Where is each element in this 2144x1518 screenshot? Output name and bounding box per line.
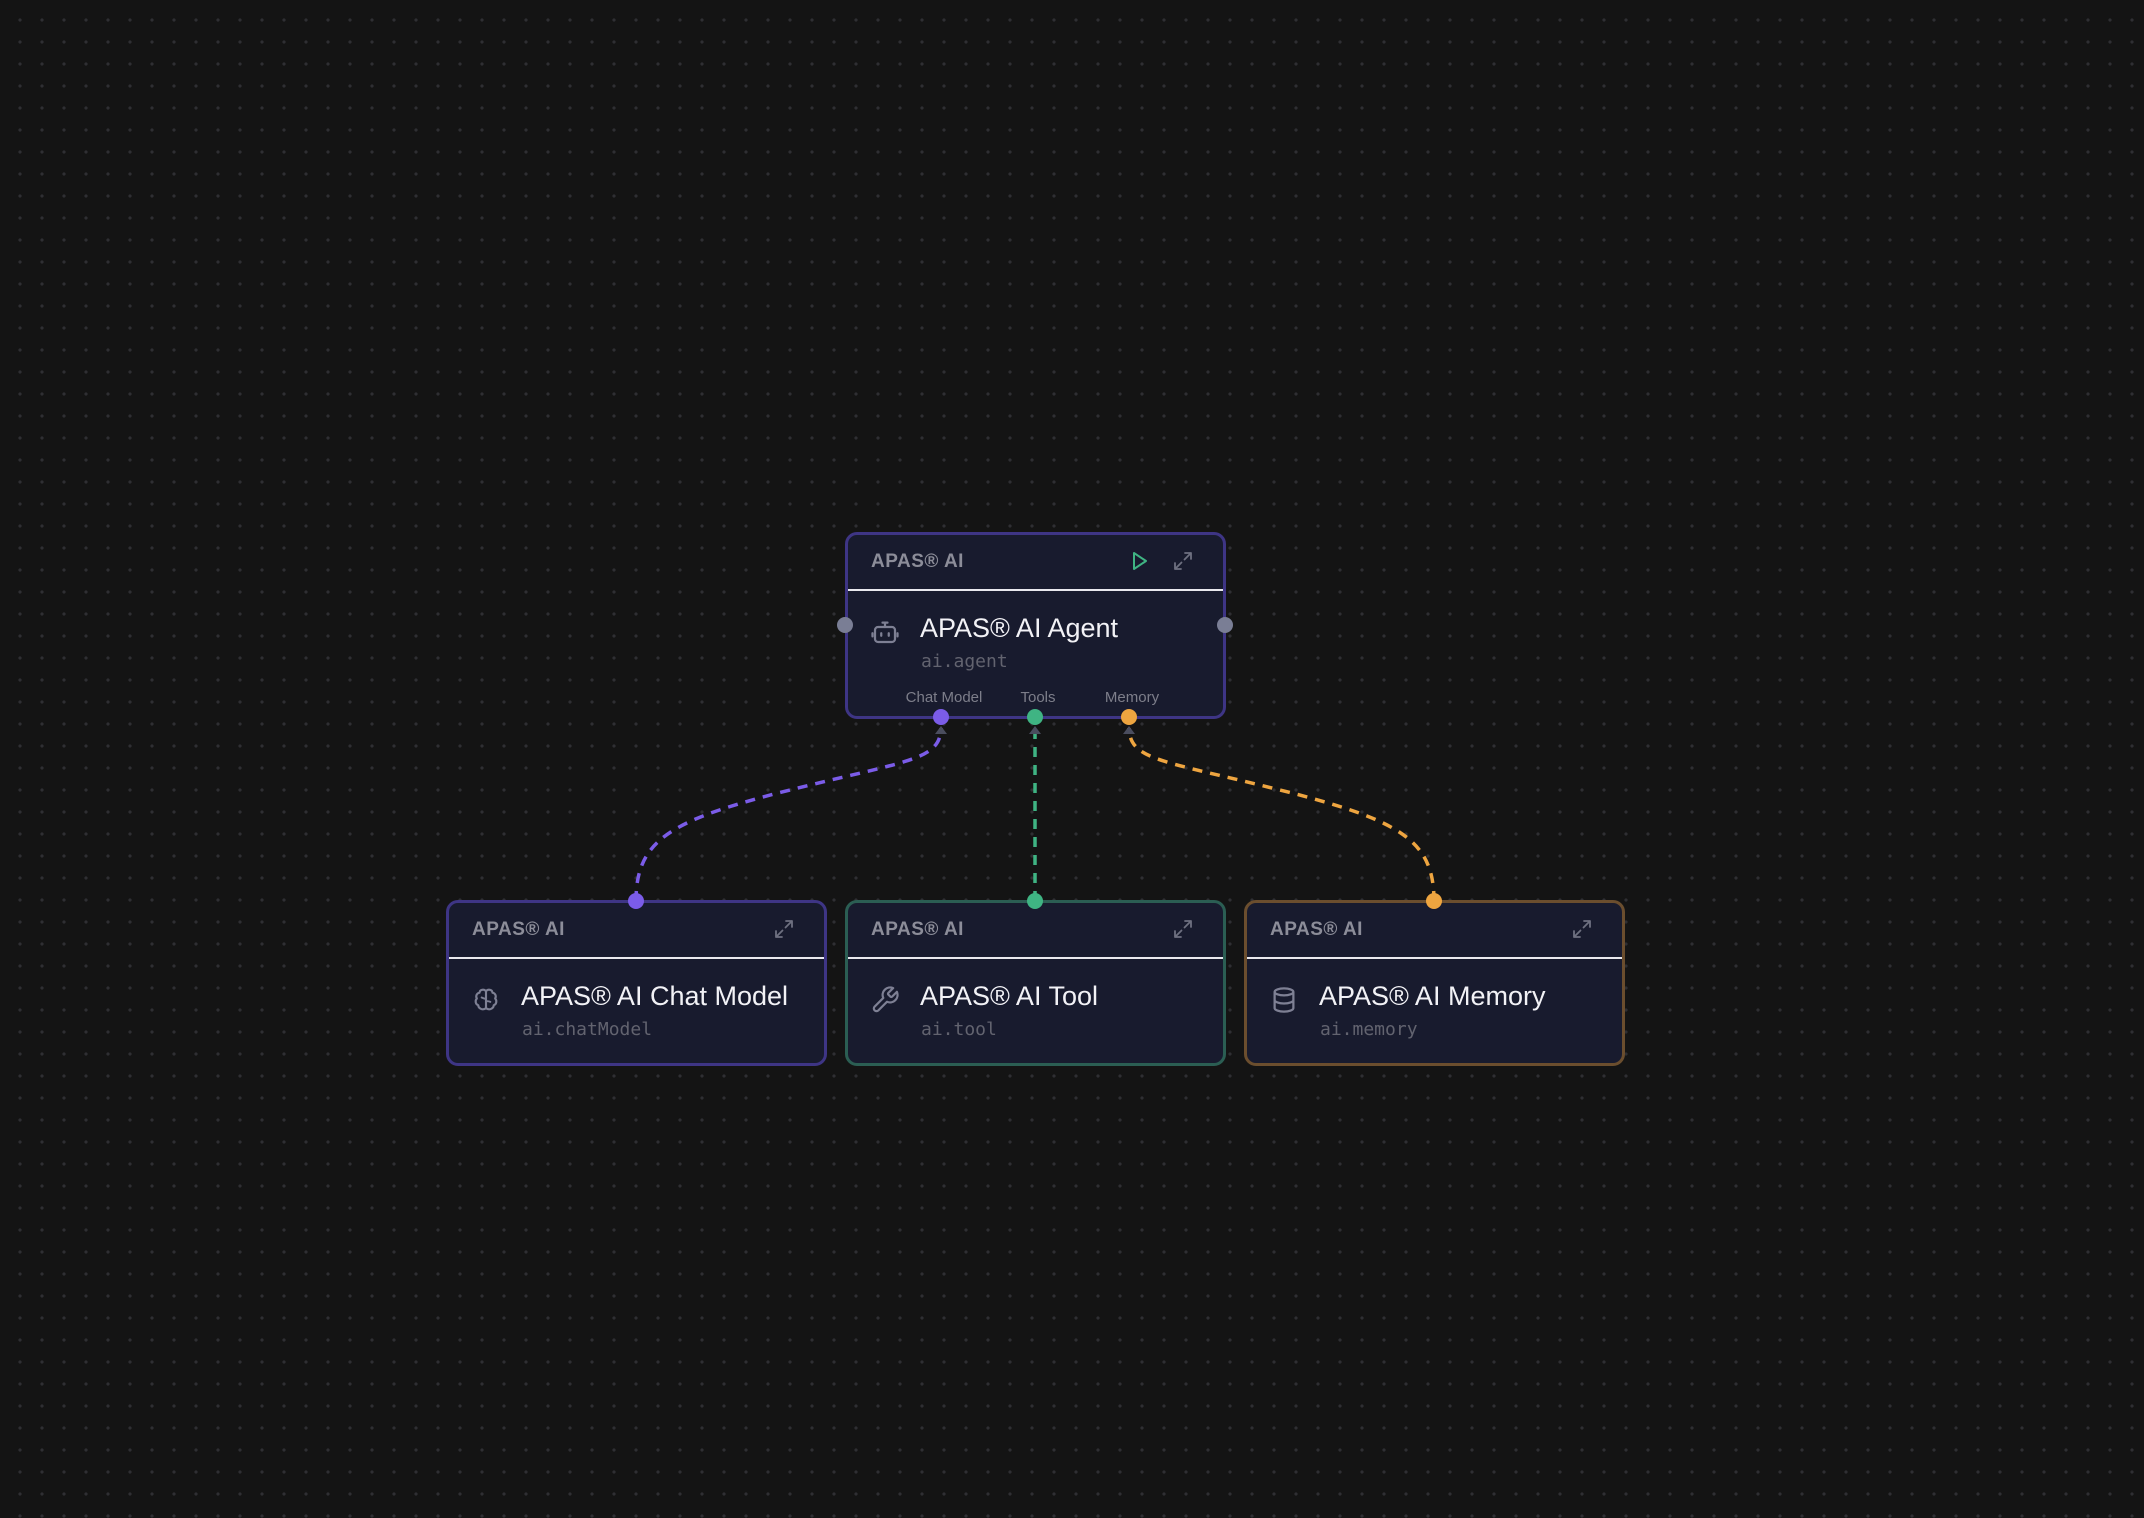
node-category: APAS® AI <box>871 551 964 572</box>
workflow-canvas[interactable]: APAS® AI APAS® AI Agent ai.agent Chat Mo… <box>0 0 2144 1518</box>
port-label-memory: Memory <box>1104 689 1160 706</box>
node-header: APAS® AI <box>1247 903 1622 959</box>
node-category: APAS® AI <box>1270 919 1363 940</box>
memory-output-handle[interactable] <box>1426 893 1442 909</box>
edge-chat-model[interactable] <box>634 727 943 902</box>
node-type: ai.agent <box>921 651 1008 672</box>
node-title: APAS® AI Memory <box>1319 981 1546 1011</box>
brain-icon <box>471 985 501 1015</box>
agent-node[interactable]: APAS® AI APAS® AI Agent ai.agent Chat Mo… <box>845 532 1226 719</box>
edge-memory-arrow <box>1123 726 1135 734</box>
expand-icon <box>1573 920 1591 938</box>
expand-button[interactable] <box>770 915 798 943</box>
node-category: APAS® AI <box>871 919 964 940</box>
connection-edges <box>634 726 1436 902</box>
agent-input-handle[interactable] <box>837 617 853 633</box>
chat-model-node[interactable]: APAS® AI APAS® AI Chat Model ai.chatMode… <box>446 900 827 1066</box>
port-label-chat-model: Chat Model <box>905 689 983 706</box>
expand-icon <box>775 920 793 938</box>
expand-icon <box>1174 920 1192 938</box>
tool-node[interactable]: APAS® AI APAS® AI Tool ai.tool <box>845 900 1226 1066</box>
memory-node[interactable]: APAS® AI APAS® AI Memory ai.memory <box>1244 900 1625 1066</box>
node-header: APAS® AI <box>848 535 1223 591</box>
chat-model-output-handle[interactable] <box>628 893 644 909</box>
database-icon <box>1269 985 1299 1015</box>
edge-memory[interactable] <box>1127 727 1436 902</box>
agent-output-handle[interactable] <box>1217 617 1233 633</box>
robot-icon <box>870 617 900 647</box>
chat-model-port-handle[interactable] <box>933 709 949 725</box>
expand-button[interactable] <box>1169 915 1197 943</box>
expand-icon <box>1174 552 1192 570</box>
expand-button[interactable] <box>1568 915 1596 943</box>
tools-port-handle[interactable] <box>1027 709 1043 725</box>
expand-button[interactable] <box>1169 547 1197 575</box>
node-title: APAS® AI Chat Model <box>521 981 789 1011</box>
run-button[interactable] <box>1125 547 1153 575</box>
play-icon <box>1133 552 1147 570</box>
node-header: APAS® AI <box>449 903 824 959</box>
node-title: APAS® AI Tool <box>920 981 1098 1011</box>
edge-tools-arrow <box>1029 726 1041 734</box>
node-header: APAS® AI <box>848 903 1223 959</box>
wrench-icon <box>870 985 900 1015</box>
node-type: ai.chatModel <box>522 1019 653 1040</box>
memory-port-handle[interactable] <box>1121 709 1137 725</box>
tool-output-handle[interactable] <box>1027 893 1043 909</box>
node-title: APAS® AI Agent <box>920 613 1119 643</box>
edge-chat-arrow <box>935 726 947 734</box>
port-label-tools: Tools <box>1020 689 1056 706</box>
node-type: ai.memory <box>1320 1019 1418 1040</box>
node-category: APAS® AI <box>472 919 565 940</box>
node-type: ai.tool <box>921 1019 997 1040</box>
